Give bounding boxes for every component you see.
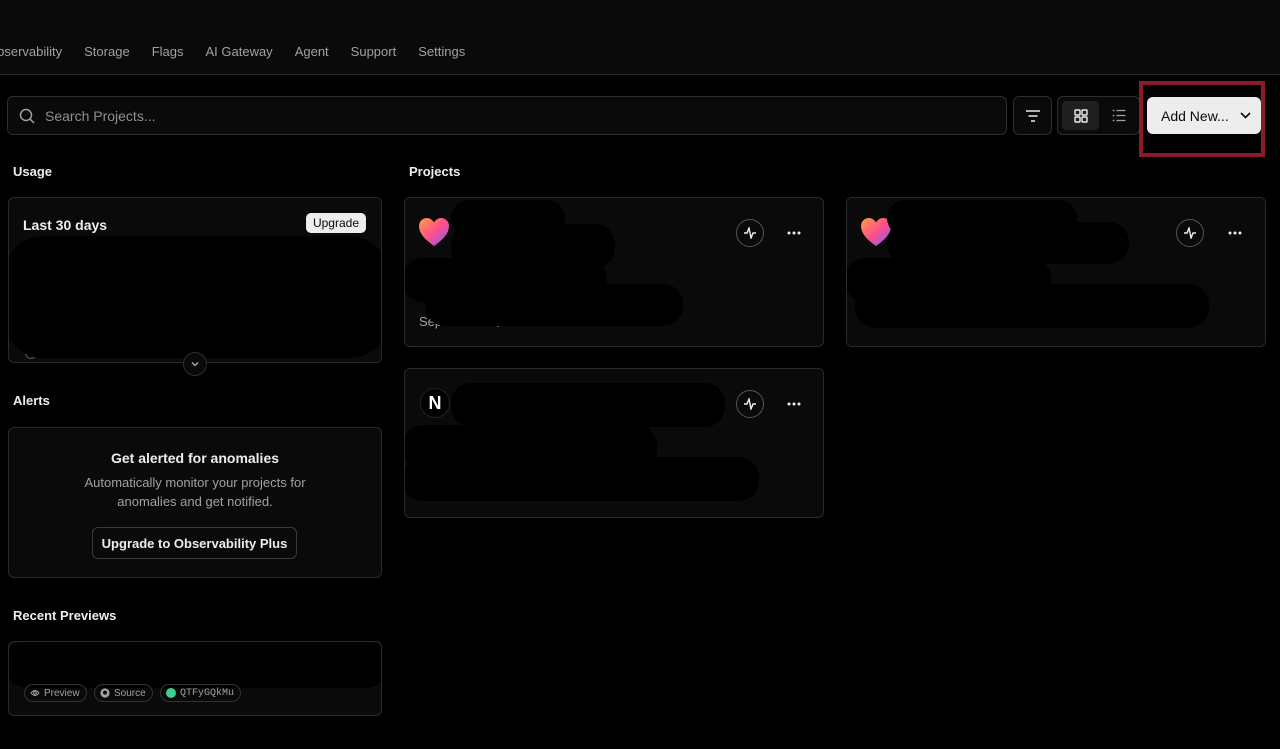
usage-title: Usage xyxy=(13,164,53,179)
more-horizontal-icon xyxy=(787,231,801,235)
highlight-box xyxy=(1139,81,1265,157)
filter-icon xyxy=(1025,109,1040,122)
expand-usage-button[interactable] xyxy=(183,352,207,376)
github-icon xyxy=(100,688,110,698)
filter-button[interactable] xyxy=(1013,96,1052,135)
main-nav: Observability Storage Flags AI Gateway A… xyxy=(0,44,487,59)
activity-button[interactable] xyxy=(1176,219,1204,247)
grid-view-icon xyxy=(1073,108,1088,123)
alerts-heading: Get alerted for anomalies xyxy=(110,450,280,466)
list-view-icon xyxy=(1112,109,1125,122)
chevron-down-icon xyxy=(191,361,199,367)
view-toggle xyxy=(1057,96,1140,135)
grid-view-button[interactable] xyxy=(1062,101,1099,130)
upgrade-observability-button[interactable]: Upgrade to Observability Plus xyxy=(92,527,297,559)
top-navigation-bar: Observability Storage Flags AI Gateway A… xyxy=(0,0,1280,75)
redacted-area xyxy=(855,284,1209,328)
nav-ai-gateway[interactable]: AI Gateway xyxy=(205,44,272,59)
search-icon xyxy=(19,108,35,124)
recent-previews-title: Recent Previews xyxy=(13,608,117,623)
heart-logo-icon xyxy=(419,218,449,246)
recent-preview-card[interactable]: Preview Source QTFyGQkMu xyxy=(8,641,382,716)
search-bar xyxy=(7,96,1007,135)
alerts-title: Alerts xyxy=(13,393,50,408)
source-chip[interactable]: Source xyxy=(94,684,153,702)
nav-settings[interactable]: Settings xyxy=(418,44,465,59)
more-options-button[interactable] xyxy=(784,223,804,243)
activity-button[interactable] xyxy=(736,219,764,247)
usage-card: Last 30 days Upgrade xyxy=(8,197,382,363)
nextjs-logo-icon: N xyxy=(420,388,450,418)
nav-observability[interactable]: Observability xyxy=(0,44,62,59)
activity-button[interactable] xyxy=(736,390,764,418)
nav-support[interactable]: Support xyxy=(351,44,397,59)
alerts-card: Get alerted for anomalies Automatically … xyxy=(8,427,382,578)
more-options-button[interactable] xyxy=(784,394,804,414)
preview-chip[interactable]: Preview xyxy=(24,684,87,702)
project-card[interactable]: N xyxy=(404,368,824,518)
upgrade-button[interactable]: Upgrade xyxy=(305,213,366,233)
activity-icon xyxy=(744,398,756,410)
project-card[interactable]: Sep 17 from maste xyxy=(404,197,824,347)
redacted-area xyxy=(425,284,683,326)
redacted-area xyxy=(9,642,381,688)
list-view-button[interactable] xyxy=(1100,101,1137,130)
project-card[interactable] xyxy=(846,197,1266,347)
activity-icon xyxy=(744,227,756,239)
usage-period: Last 30 days xyxy=(23,217,108,233)
projects-title: Projects xyxy=(409,164,461,179)
more-horizontal-icon xyxy=(787,402,801,406)
redacted-area xyxy=(9,236,381,358)
nav-agent[interactable]: Agent xyxy=(295,44,329,59)
more-horizontal-icon xyxy=(1228,231,1242,235)
commit-chip[interactable]: QTFyGQkMu xyxy=(160,684,242,702)
nav-flags[interactable]: Flags xyxy=(152,44,184,59)
redacted-area xyxy=(405,457,759,501)
status-dot xyxy=(166,688,176,698)
activity-icon xyxy=(1184,227,1196,239)
alerts-description: Automatically monitor your projects for … xyxy=(84,475,306,509)
source-label: Source xyxy=(114,687,146,699)
search-input[interactable] xyxy=(45,107,945,124)
more-options-button[interactable] xyxy=(1225,223,1245,243)
commit-label: QTFyGQkMu xyxy=(180,687,235,699)
nav-storage[interactable]: Storage xyxy=(84,44,130,59)
preview-label: Preview xyxy=(44,687,80,699)
eye-icon xyxy=(30,690,40,696)
redacted-area xyxy=(451,383,725,427)
